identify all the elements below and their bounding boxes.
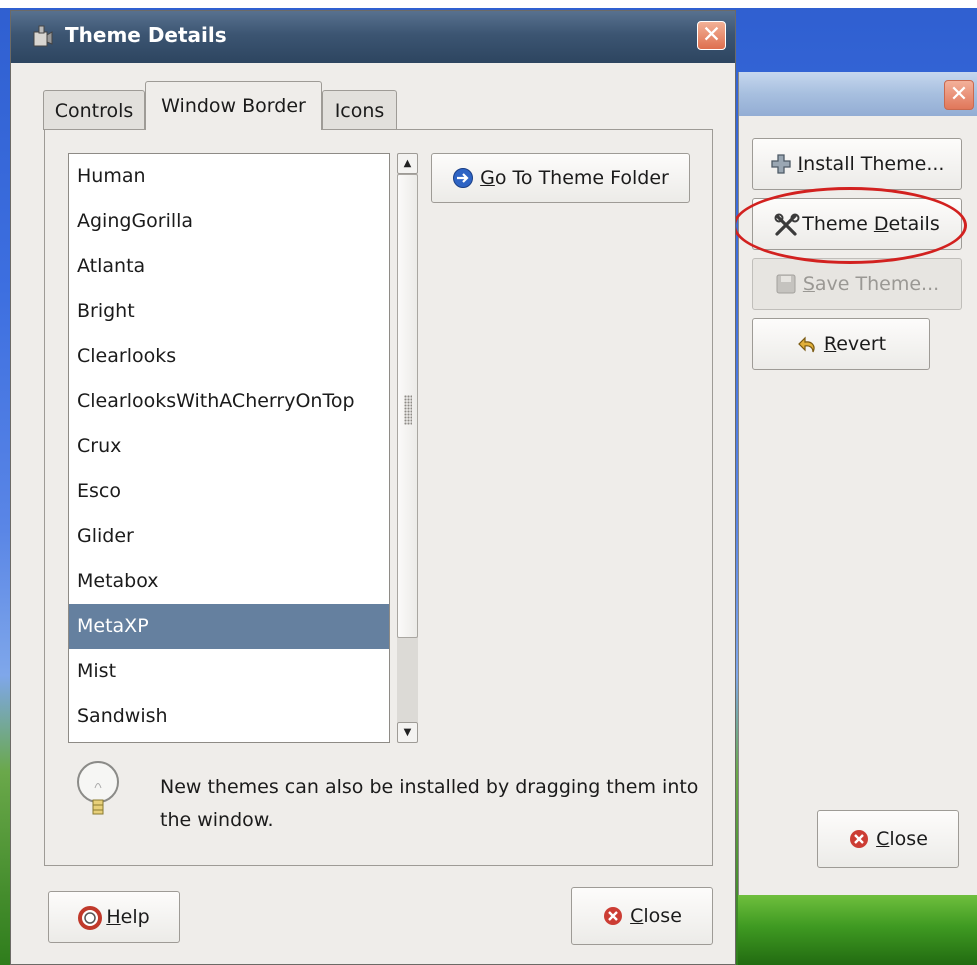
scroll-up-button[interactable]: ▲: [397, 153, 418, 174]
tab-controls[interactable]: Controls: [43, 90, 145, 130]
scroll-grip: [404, 395, 412, 425]
theme-list-item[interactable]: Sandwish: [69, 694, 389, 739]
drag-install-hint: New themes can also be installed by drag…: [160, 776, 699, 831]
lifebuoy-icon: [78, 906, 103, 930]
scroll-thumb[interactable]: [397, 174, 418, 638]
go-to-theme-folder-button[interactable]: Go To Theme Folder: [431, 153, 690, 203]
tab-window-border[interactable]: Window Border: [145, 81, 322, 130]
tab-icons[interactable]: Icons: [322, 90, 397, 130]
theme-list-item[interactable]: Mist: [69, 649, 389, 694]
theme-list-item[interactable]: ClearlooksWithACherryOnTop: [69, 379, 389, 424]
background-window-close-button[interactable]: ✕: [944, 80, 974, 110]
close-circle-icon: [848, 828, 870, 850]
save-theme-button[interactable]: Save Theme...: [752, 258, 962, 310]
theme-list-item[interactable]: Human: [69, 154, 389, 199]
install-theme-label: Install Theme...: [797, 153, 945, 175]
tab-controls-label: Controls: [54, 99, 134, 122]
theme-list[interactable]: Human AgingGorilla Atlanta Bright Clearlooks…: [68, 153, 390, 743]
background-close-button[interactable]: Close: [817, 810, 959, 868]
theme-list-item[interactable]: Metabox: [69, 559, 389, 604]
theme-list-item[interactable]: MetaXP: [69, 604, 389, 649]
dialog-close-button[interactable]: ✕: [697, 21, 726, 50]
dialog-close-label: Close: [630, 905, 682, 927]
theme-list-item[interactable]: Clearlooks: [69, 334, 389, 379]
lightbulb-icon: [73, 758, 123, 830]
theme-list-item[interactable]: Crux: [69, 424, 389, 469]
theme-details-dialog: Theme Details ✕ Controls Window Border I…: [10, 10, 736, 965]
dialog-titlebar[interactable]: Theme Details ✕: [11, 11, 735, 63]
tab-icons-label: Icons: [334, 99, 385, 122]
background-window-titlebar: ✕: [739, 72, 977, 116]
window-border-panel: Human AgingGorilla Atlanta Bright Clearlooks…: [44, 129, 713, 866]
theme-list-item[interactable]: AgingGorilla: [69, 199, 389, 244]
help-button[interactable]: Help: [48, 891, 180, 943]
plus-icon: [770, 153, 792, 175]
dialog-title: Theme Details: [65, 23, 227, 47]
go-to-theme-folder-label: Go To Theme Folder: [480, 167, 669, 189]
screen-top-edge: [0, 0, 977, 8]
dialog-close-text-button[interactable]: Close: [571, 887, 713, 945]
arrow-right-icon: [452, 167, 474, 189]
floppy-icon: [775, 273, 797, 295]
highlight-annotation: [733, 187, 967, 264]
theme-list-item[interactable]: Bright: [69, 289, 389, 334]
theme-app-icon: [29, 23, 55, 49]
close-circle-icon: [602, 905, 624, 927]
undo-arrow-icon: [796, 333, 818, 355]
revert-label: Revert: [823, 333, 887, 355]
theme-list-item[interactable]: Atlanta: [69, 244, 389, 289]
theme-list-scrollbar[interactable]: ▲ ▼: [397, 153, 418, 743]
tab-window-border-label: Window Border: [161, 95, 306, 117]
install-theme-button[interactable]: Install Theme...: [752, 138, 962, 190]
theme-list-item[interactable]: Esco: [69, 469, 389, 514]
save-theme-label: Save Theme...: [802, 273, 940, 295]
desktop-grass: [738, 895, 977, 965]
revert-button[interactable]: Revert: [752, 318, 930, 370]
theme-list-item[interactable]: Glider: [69, 514, 389, 559]
scroll-down-button[interactable]: ▼: [397, 722, 418, 743]
background-close-label: Close: [876, 828, 928, 850]
help-label: Help: [106, 906, 150, 928]
